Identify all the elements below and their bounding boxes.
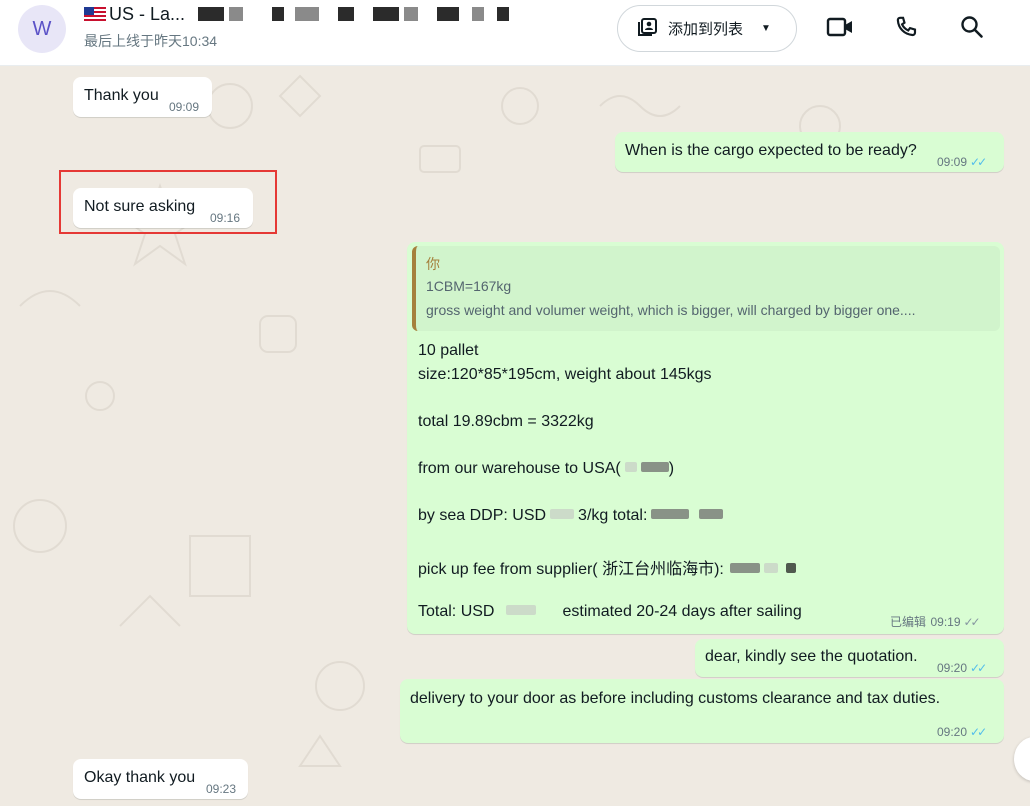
message-incoming[interactable]: Thank you 09:09 — [73, 77, 212, 117]
chat-header: W US - La... 最后上线于昨天10:34 添加到列表 ▼ — [0, 0, 1030, 66]
message-outgoing[interactable]: delivery to your door as before includin… — [400, 679, 1004, 743]
edited-label: 已编辑 — [890, 615, 927, 629]
message-text-line: pick up fee from supplier( 浙江台州临海市): — [418, 555, 796, 579]
contact-avatar[interactable]: W — [18, 5, 66, 53]
message-time: 09:09 — [169, 100, 200, 114]
add-to-list-label: 添加到列表 — [668, 21, 744, 38]
redacted-block — [338, 7, 355, 21]
read-receipt-icon: ✓✓ — [970, 155, 987, 169]
message-text: delivery to your door as before includin… — [410, 690, 941, 707]
message-meta: 09:09 ✓✓ — [937, 152, 987, 172]
redacted-text — [785, 563, 796, 573]
quoted-author: 你 — [426, 256, 440, 272]
message-time: 09:23 — [206, 782, 237, 796]
add-to-list-button[interactable]: 添加到列表 ▼ — [617, 5, 797, 52]
redacted-text — [763, 563, 778, 573]
message-text-fragment: by sea DDP: USD — [418, 507, 547, 524]
chevron-down-icon: ▼ — [761, 23, 771, 34]
us-flag-icon — [84, 7, 106, 21]
redacted-block — [437, 7, 460, 21]
annotation-highlight-box — [59, 170, 277, 234]
message-meta: 已编辑 09:19 ✓✓ — [890, 613, 981, 631]
video-call-icon[interactable] — [826, 13, 854, 41]
redacted-block — [272, 7, 285, 21]
message-time: 09:20 — [937, 661, 968, 675]
redacted-block — [404, 7, 419, 21]
message-outgoing[interactable]: When is the cargo expected to be ready? … — [615, 132, 1004, 172]
message-meta: 09:20 ✓✓ — [937, 722, 987, 742]
redacted-block — [229, 7, 244, 21]
read-receipt-icon: ✓✓ — [970, 661, 987, 675]
message-text: Thank you — [84, 87, 159, 104]
message-text-fragment: pick up fee from supplier( 浙江台州临海市): — [418, 561, 724, 578]
message-text-fragment: Total: USD — [418, 603, 495, 620]
contact-name-text: US - La... — [109, 4, 186, 24]
quoted-line: 1CBM=167kg — [426, 278, 512, 294]
message-text-fragment: 3/kg total: — [578, 507, 648, 524]
avatar-letter: W — [32, 17, 52, 40]
message-text-line: by sea DDP: USD 3/kg total: — [418, 507, 724, 525]
redacted-text — [651, 509, 690, 519]
delivered-receipt-icon: ✓✓ — [963, 615, 981, 629]
redacted-text — [640, 462, 669, 472]
redacted-block — [373, 7, 400, 21]
message-meta: 09:20 ✓✓ — [937, 658, 987, 678]
redacted-block — [497, 7, 510, 21]
redacted-text — [550, 509, 575, 519]
chat-panel[interactable]: Thank you 09:09 When is the cargo expect… — [0, 66, 1030, 806]
message-time: 09:19 — [930, 615, 961, 629]
redacted-text — [729, 563, 760, 573]
message-outgoing[interactable]: dear, kindly see the quotation. 09:20 ✓✓ — [695, 639, 1004, 677]
quoted-message[interactable]: 你 1CBM=167kg gross weight and volumer we… — [412, 246, 1000, 331]
contact-name[interactable]: US - La... — [84, 4, 510, 25]
read-receipt-icon: ✓✓ — [970, 725, 987, 739]
redacted-block — [295, 7, 320, 21]
last-seen-status: 最后上线于昨天10:34 — [84, 33, 218, 49]
message-text-line: total 19.89cbm = 3322kg — [418, 413, 594, 430]
redacted-text — [624, 462, 637, 472]
message-text: dear, kindly see the quotation. — [705, 648, 918, 665]
voice-call-icon[interactable] — [892, 13, 920, 41]
quoted-line: gross weight and volumer weight, which i… — [426, 302, 916, 318]
message-text-line: from our warehouse to USA() — [418, 460, 674, 478]
message-time: 09:20 — [937, 725, 968, 739]
message-text-line: size:120*85*195cm, weight about 145kgs — [418, 366, 712, 383]
message-text: When is the cargo expected to be ready? — [625, 142, 917, 159]
redacted-text — [506, 605, 537, 615]
message-time: 09:09 — [937, 155, 968, 169]
redacted-block — [472, 7, 485, 21]
redacted-block — [198, 7, 225, 21]
message-text-fragment: ) — [668, 460, 675, 477]
message-text-line: Total: USD estimated 20-24 days after sai… — [418, 603, 802, 621]
message-text-fragment: estimated 20-24 days after sailing — [562, 603, 802, 620]
message-text: Okay thank you — [84, 769, 196, 786]
message-incoming[interactable]: Okay thank you 09:23 — [73, 759, 248, 799]
contact-list-icon — [638, 17, 658, 41]
redacted-text — [699, 509, 724, 519]
message-text-line: 10 pallet — [418, 342, 479, 359]
message-text-fragment: from our warehouse to USA( — [418, 460, 621, 477]
search-icon[interactable] — [958, 13, 986, 41]
